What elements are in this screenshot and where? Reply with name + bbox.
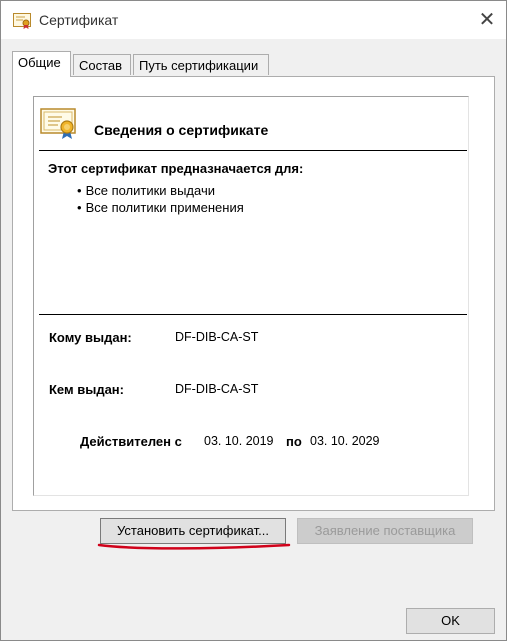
title-bar: Сертификат ✕: [1, 1, 506, 39]
valid-to-value: 03. 10. 2029: [310, 434, 380, 448]
tab-certification-path[interactable]: Путь сертификации: [133, 54, 269, 75]
issuer-statement-button[interactable]: Заявление поставщика: [297, 518, 473, 544]
valid-from-label: Действителен с: [80, 434, 182, 449]
purpose-title: Этот сертификат предназначается для:: [48, 161, 304, 176]
red-annotation-underline: [97, 543, 291, 550]
certificate-dialog: Сертификат ✕ Общие Состав Путь сертифика…: [0, 0, 507, 641]
certificate-info-heading: Сведения о сертификате: [94, 122, 269, 138]
tab-general[interactable]: Общие: [12, 51, 71, 77]
tab-details[interactable]: Состав: [73, 54, 131, 75]
valid-to-label: по: [286, 434, 302, 449]
valid-from-value: 03. 10. 2019: [204, 434, 274, 448]
header-separator: [39, 150, 467, 151]
list-item: Все политики выдачи: [77, 182, 244, 199]
certificate-ribbon-icon: [40, 106, 80, 140]
close-button[interactable]: ✕: [473, 7, 501, 33]
issued-to-value: DF-DIB-CA-ST: [175, 330, 259, 344]
issued-to-label: Кому выдан:: [49, 330, 132, 345]
purpose-list: Все политики выдачи Все политики примене…: [77, 182, 244, 216]
details-separator: [39, 314, 467, 315]
issued-by-value: DF-DIB-CA-ST: [175, 382, 259, 396]
window-title: Сертификат: [39, 12, 119, 28]
issued-by-label: Кем выдан:: [49, 382, 124, 397]
list-item: Все политики применения: [77, 199, 244, 216]
ok-button[interactable]: OK: [406, 608, 495, 634]
certificate-icon: [13, 13, 31, 29]
